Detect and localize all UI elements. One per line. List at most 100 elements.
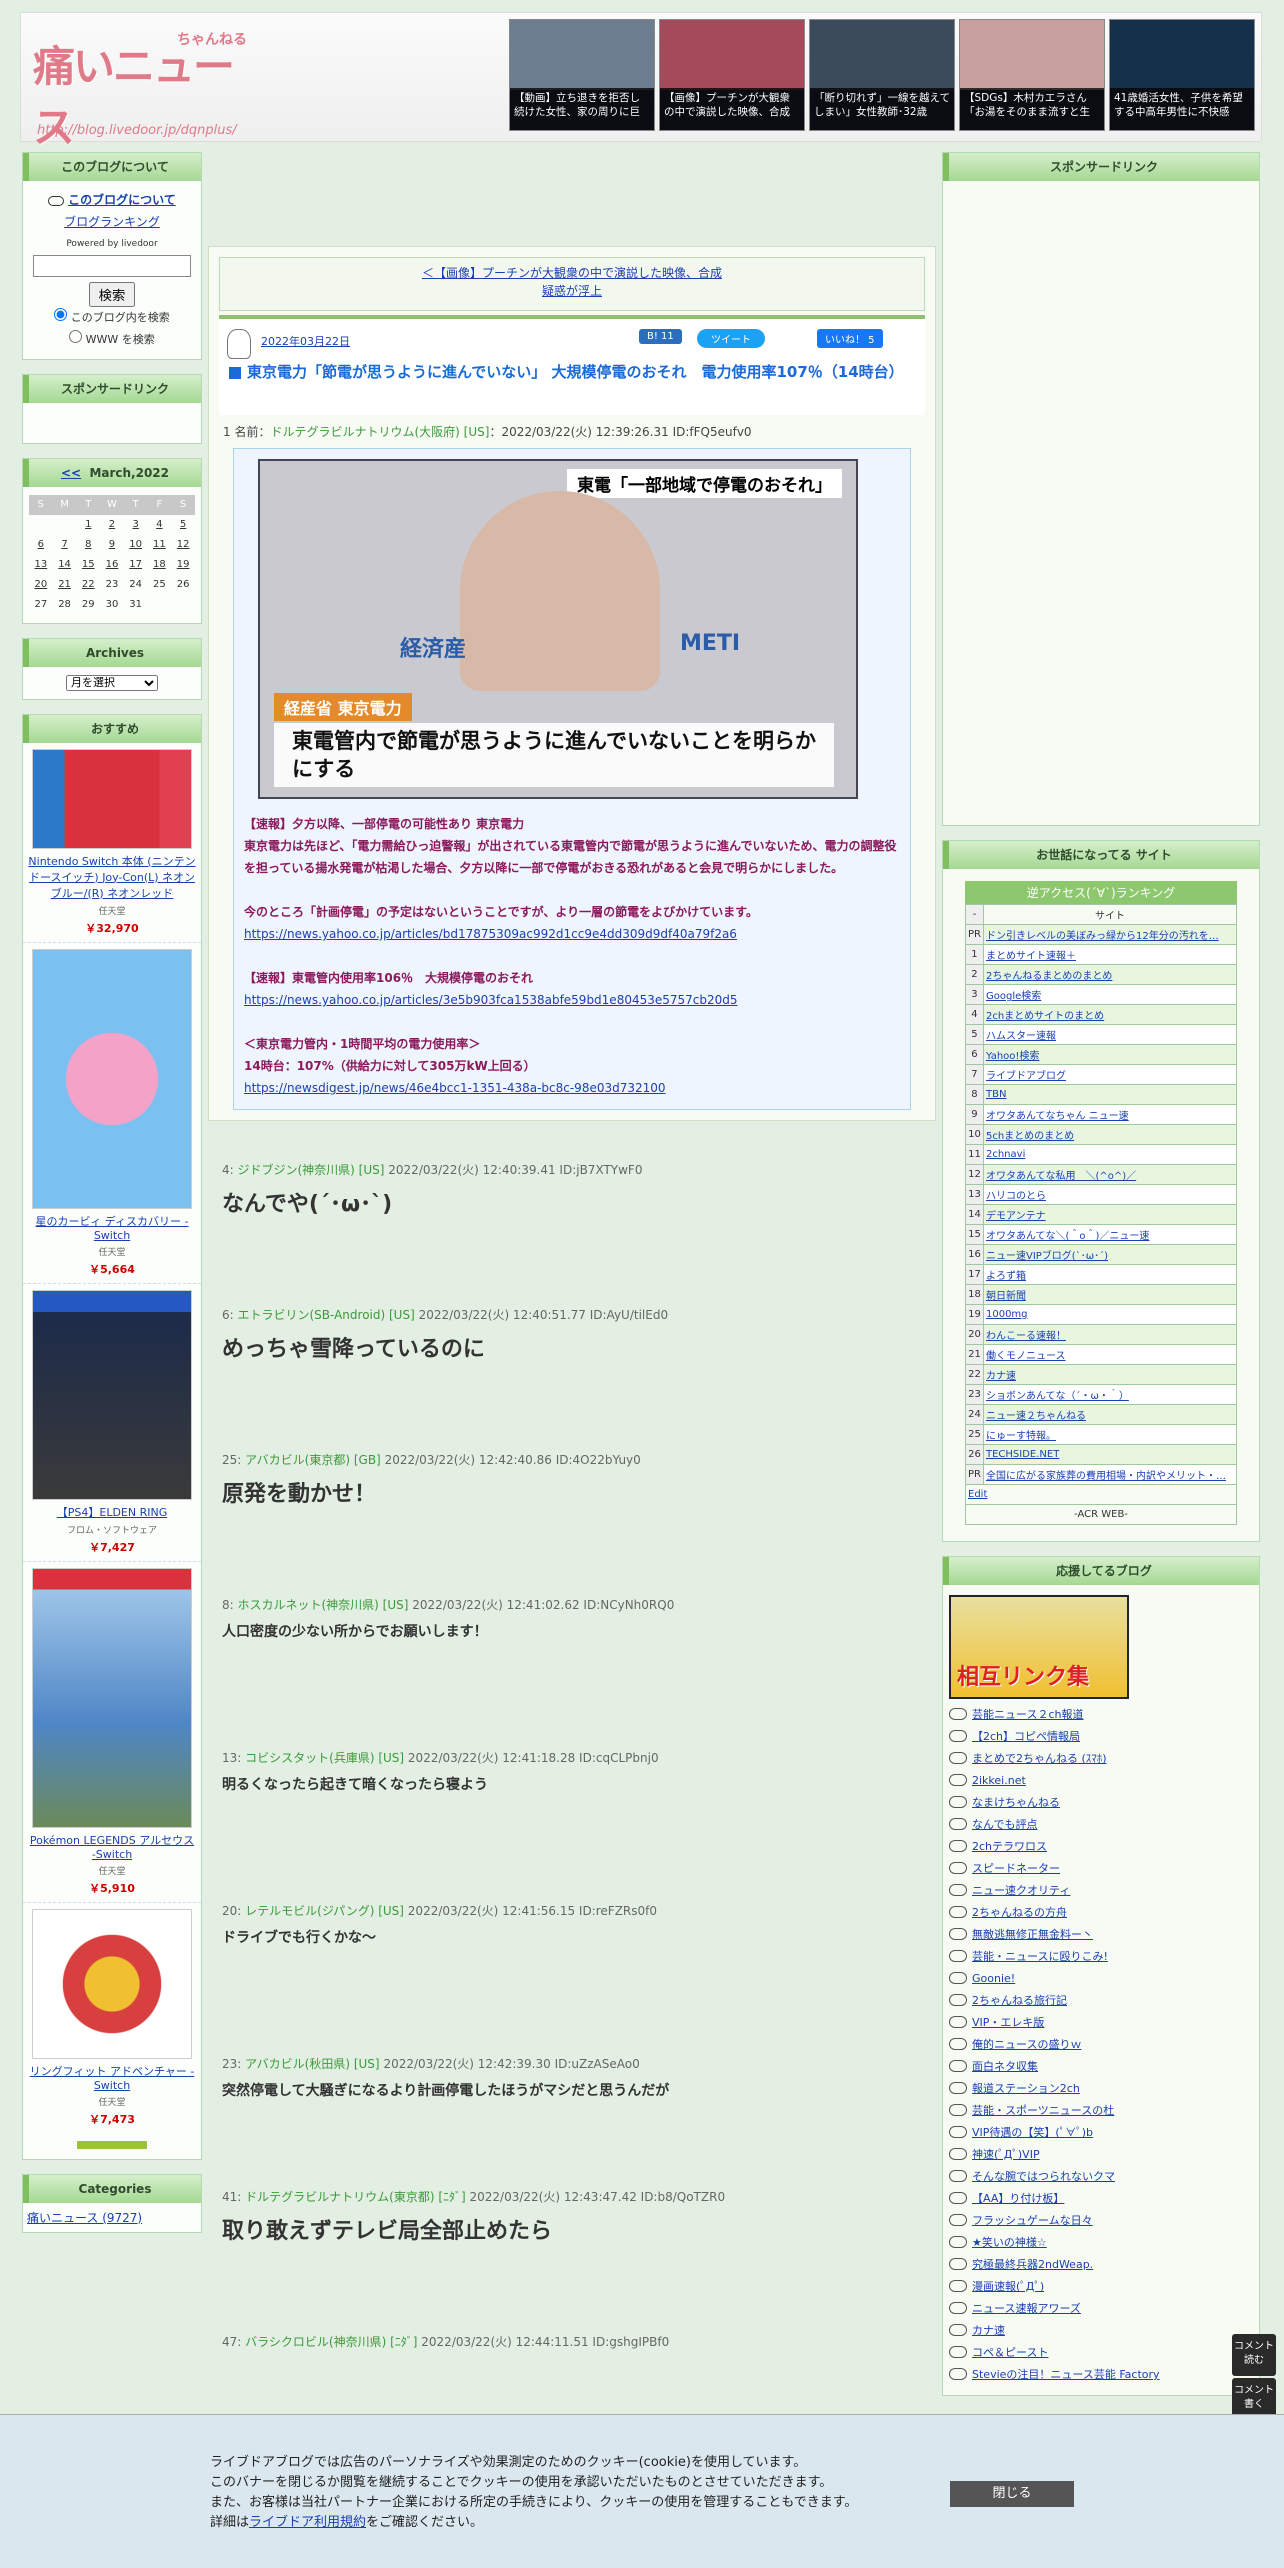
blog-link[interactable]: Stevieの注目！ニュース芸能 Factory (972, 2366, 1160, 2382)
blog-link[interactable]: 俺的ニュースの盛りｗ (972, 2036, 1081, 2052)
cal-day[interactable]: 19 (171, 555, 195, 575)
comment-read-button[interactable]: コメント読む (1232, 2334, 1276, 2376)
blog-link[interactable]: 漫画速報(ﾟДﾟ) (972, 2278, 1044, 2294)
product-image[interactable] (32, 1567, 192, 1828)
cal-day[interactable]: 7 (53, 535, 77, 555)
product-name[interactable]: Pokémon LEGENDS アルセウス -Switch (27, 1832, 197, 1861)
terms-link[interactable]: ライブドア利用規約 (249, 2515, 366, 2530)
cal-day[interactable]: 16 (100, 555, 124, 575)
product-item[interactable]: 星のカービィ ディスカバリー -Switch 任天堂 ￥5,664 (23, 943, 201, 1284)
ranking-site-link[interactable]: 働くモノニュース (986, 1351, 1066, 1362)
blog-link[interactable]: なんでも評点 (972, 1816, 1037, 1832)
search-button[interactable]: 検索 (88, 281, 136, 307)
blog-link[interactable]: 面白ネタ収集 (972, 2058, 1038, 2074)
cal-day[interactable]: 18 (148, 555, 172, 575)
ranking-site-link[interactable]: 2chnavi (986, 1149, 1025, 1160)
cookie-close-button[interactable]: 閉じる (950, 2481, 1074, 2507)
blog-link[interactable]: フラッシュゲームな日々 (972, 2212, 1093, 2228)
cal-day[interactable]: 17 (124, 555, 148, 575)
product-image[interactable] (32, 948, 192, 1209)
blog-link[interactable]: 2ikkei.net (972, 1774, 1026, 1787)
blog-link[interactable]: 芸能ニュース２ch報道 (972, 1706, 1083, 1722)
header-thumb[interactable]: 41歳婚活女性、子供を希望する中高年男性に不快感 (1109, 19, 1255, 131)
product-item[interactable]: Pokémon LEGENDS アルセウス -Switch 任天堂 ￥5,910 (23, 1562, 201, 1903)
radio-www[interactable] (69, 329, 83, 343)
cal-day[interactable]: 14 (53, 555, 77, 575)
product-item[interactable]: 【PS4】ELDEN RING フロム・ソフトウェア ￥7,427 (23, 1284, 201, 1562)
blog-link[interactable]: 究極最終兵器2ndWeap. (972, 2256, 1093, 2272)
ranking-site-link[interactable]: まとめサイト速報＋ (986, 951, 1076, 962)
ranking-site-link[interactable]: よろず箱 (986, 1271, 1026, 1282)
ranking-site-link[interactable]: 2ちゃんねるまとめのまとめ (986, 971, 1112, 982)
radio-blog[interactable] (54, 307, 68, 321)
blog-link[interactable]: 【AA】り付け板】 (972, 2190, 1064, 2206)
blog-link[interactable]: まとめで2ちゃんねる (ｽﾏﾎ) (972, 1750, 1107, 1766)
ranking-link[interactable]: ブログランキング (64, 215, 160, 229)
header-thumb[interactable]: 【動画】立ち退きを拒否し続けた女性、家の周りに巨 (509, 19, 655, 131)
header-thumb[interactable]: 【画像】プーチンが大観衆の中で演説した映像、合成 (659, 19, 805, 131)
ranking-site-link[interactable]: デモアンテナ (986, 1211, 1046, 1222)
source-link[interactable]: https://newsdigest.jp/news/46e4bcc1-1351… (244, 1081, 666, 1095)
ranking-site-link[interactable]: 全国に広がる家族葬の費用相場・内訳やメリット・… (986, 1471, 1226, 1482)
cal-day[interactable]: 15 (76, 555, 100, 575)
ranking-site-link[interactable]: ハムスター速報 (986, 1031, 1056, 1042)
blog-link[interactable]: 【2ch】コピペ情報局 (972, 1728, 1080, 1744)
blog-link[interactable]: カナ速 (972, 2322, 1005, 2338)
product-image[interactable] (32, 748, 192, 849)
ranking-site-link[interactable]: オワタあんてな私用 ＼(^o^)／ (986, 1171, 1136, 1182)
blog-link[interactable]: VIP待遇の【笑】(ﾟ∀ﾟ)b (972, 2124, 1093, 2140)
cal-day[interactable]: 10 (124, 535, 148, 555)
ranking-site-link[interactable]: 朝日新聞 (986, 1291, 1026, 1302)
prev-article-link[interactable]: ＜【画像】プーチンが大観衆の中で演説した映像、合成 (422, 266, 722, 280)
cal-day[interactable]: 4 (148, 515, 172, 535)
ranking-site-link[interactable]: TBN (986, 1089, 1006, 1100)
ranking-site-link[interactable]: ハリコのとら (986, 1191, 1046, 1202)
cal-day[interactable]: 1 (76, 515, 100, 535)
category-link[interactable]: 痛いニュース (9727) (27, 2211, 142, 2225)
ranking-site-link[interactable]: 2chまとめサイトのまとめ (986, 1011, 1104, 1022)
blog-link[interactable]: 神速(ﾟДﾟ)VIP (972, 2146, 1040, 2162)
blog-link[interactable]: そんな腕ではつられないクマ (972, 2168, 1115, 2184)
blog-link[interactable]: ニュース速報アワーズ (972, 2300, 1081, 2316)
cal-day[interactable]: 6 (29, 535, 53, 555)
blog-link[interactable]: ★笑いの神様☆ (972, 2234, 1047, 2250)
cal-day[interactable]: 11 (148, 535, 172, 555)
product-name[interactable]: 星のカービィ ディスカバリー -Switch (27, 1213, 197, 1242)
blog-link[interactable]: コペ＆ピースト (972, 2344, 1048, 2360)
cal-day[interactable]: 21 (53, 575, 77, 595)
header-thumb[interactable]: 【SDGs】木村カエラさん「お湯をそのまま流すと生 (959, 19, 1105, 131)
ranking-site-link[interactable]: にゅーす特報。 (986, 1431, 1056, 1442)
blog-link[interactable]: VIP・エレキ版 (972, 2014, 1044, 2030)
archives-select[interactable]: 月を選択 (66, 674, 158, 691)
cal-day[interactable]: 20 (29, 575, 53, 595)
calendar-prev[interactable]: << (61, 466, 81, 480)
ranking-site-link[interactable]: ショボンあんてな（´・ω・｀） (986, 1391, 1129, 1402)
product-image[interactable] (32, 1908, 192, 2059)
ranking-site-link[interactable]: オワタあんてなちゃん ニュー速 (986, 1111, 1129, 1122)
ranking-site-link[interactable]: 5chまとめのまとめ (986, 1131, 1074, 1142)
blog-link[interactable]: 芸能・ニュースに殴りこみ! (972, 1948, 1108, 1964)
blog-link[interactable]: Goonie! (972, 1972, 1015, 1985)
ranking-site-link[interactable]: ニュー速２ちゃんねる (986, 1411, 1086, 1422)
cal-day[interactable]: 13 (29, 555, 53, 575)
blog-link[interactable]: なまけちゃんねる (972, 1794, 1060, 1810)
ranking-site-link[interactable]: ドン引きレベルの美ぼみっ緑から12年分の汚れを… (986, 931, 1219, 942)
cal-day[interactable]: 8 (76, 535, 100, 555)
ranking-edit-link[interactable]: Edit (968, 1489, 987, 1500)
product-item[interactable]: リングフィット アドベンチャー -Switch 任天堂 ￥7,473 (23, 1903, 201, 2159)
ranking-site-link[interactable]: TECHSIDE.NET (986, 1449, 1059, 1460)
tweet-button[interactable]: ツイート (697, 329, 765, 348)
product-name[interactable]: Nintendo Switch 本体 (ニンテンドースイッチ) Joy-Con(… (27, 853, 197, 901)
product-name[interactable]: リングフィット アドベンチャー -Switch (27, 2063, 197, 2092)
product-image[interactable] (32, 1289, 192, 1500)
cal-day[interactable]: 2 (100, 515, 124, 535)
blog-link[interactable]: 2chテラワロス (972, 1838, 1047, 1854)
ranking-site-link[interactable]: わんこーる速報！ (986, 1331, 1066, 1342)
mutual-link-banner[interactable]: 相互リンク集 (949, 1595, 1129, 1699)
ranking-site-link[interactable]: ライブドアブログ (986, 1071, 1066, 1082)
blog-link[interactable]: 芸能・スポーツニュースの杜 (972, 2102, 1114, 2118)
ranking-site-link[interactable]: ニュー速VIPブログ(`･ω･´) (986, 1251, 1108, 1262)
cal-day[interactable]: 5 (171, 515, 195, 535)
blog-link[interactable]: 無敵逃無修正無金料ー丶 (972, 1926, 1093, 1942)
hatena-bookmark-button[interactable]: B! 11 (639, 329, 682, 344)
